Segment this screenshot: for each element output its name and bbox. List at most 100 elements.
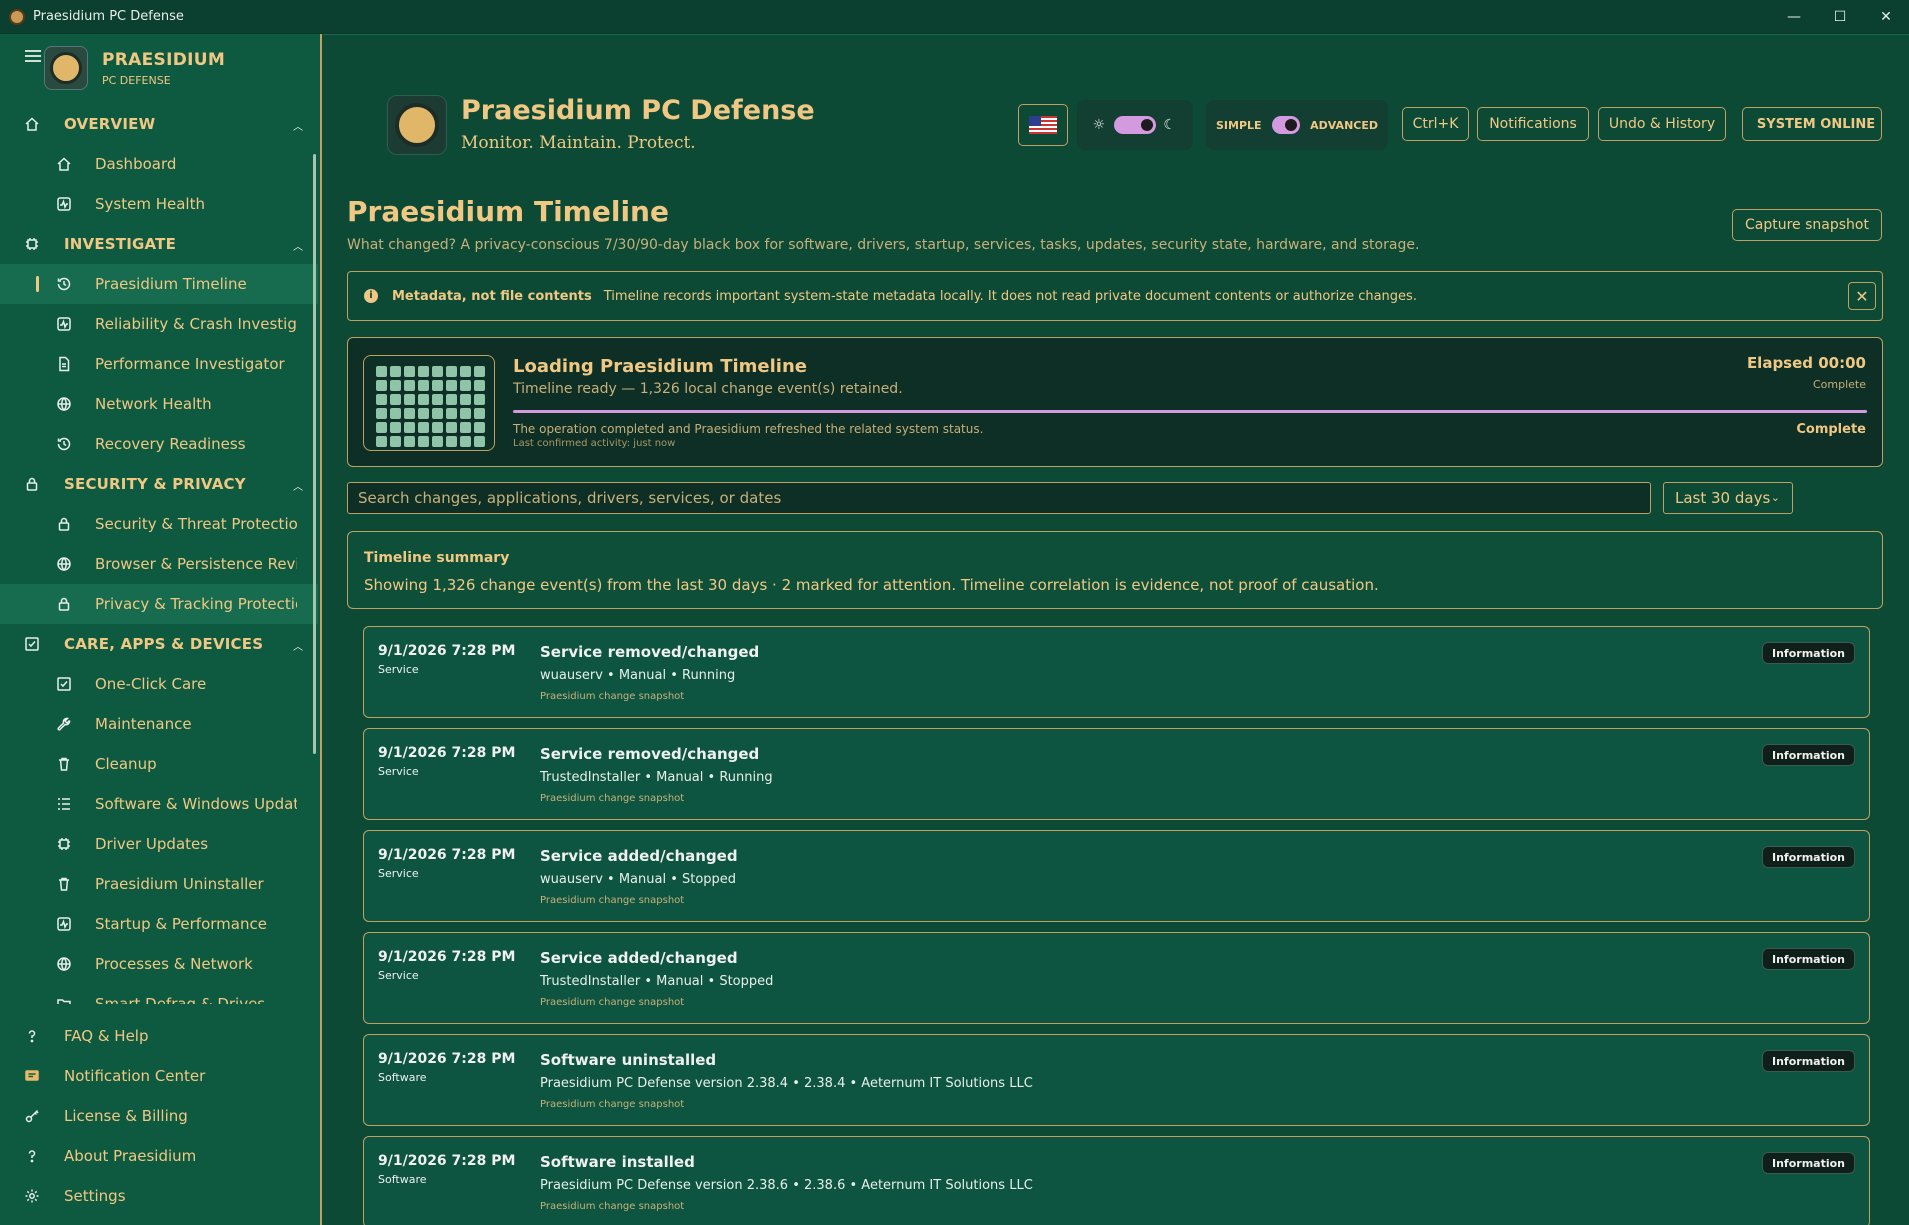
- sidebar-section-header[interactable]: CARE, APPS & DEVICES ︿: [0, 624, 318, 664]
- minimize-button[interactable]: —: [1771, 0, 1817, 34]
- date-range-select[interactable]: Last 30 days ⌄: [1663, 482, 1793, 514]
- sidebar-item[interactable]: Performance Investigator: [0, 344, 318, 384]
- sidebar-item[interactable]: Security & Threat Protection: [0, 504, 318, 544]
- trash-icon: [59, 757, 69, 771]
- chevron-up-icon[interactable]: ︿: [293, 238, 303, 253]
- sidebar-bottom-item[interactable]: About Praesidium: [0, 1136, 318, 1176]
- sidebar-item[interactable]: Recovery Readiness: [0, 424, 318, 464]
- sidebar-bottom-item[interactable]: FAQ & Help: [0, 1016, 318, 1056]
- sidebar-bottom-label: License & Billing: [64, 1107, 188, 1125]
- grid-cell: [474, 436, 485, 447]
- loading-state-small: Complete: [1812, 378, 1866, 391]
- window-title: Praesidium PC Defense: [33, 9, 184, 24]
- sidebar-section-header[interactable]: SECURITY & PRIVACY ︿: [0, 464, 318, 504]
- event-category: Service: [378, 969, 419, 982]
- event-source: Praesidium change snapshot: [540, 691, 685, 702]
- lock-icon: [26, 477, 38, 491]
- sidebar-item[interactable]: One-Click Care: [0, 664, 318, 704]
- sidebar-item[interactable]: Praesidium Timeline: [0, 264, 318, 304]
- date-range-value: Last 30 days: [1675, 489, 1771, 507]
- sidebar-item[interactable]: Privacy & Tracking Protection: [0, 584, 318, 624]
- event-detail: wuauserv • Manual • Stopped: [540, 872, 737, 887]
- sidebar-item[interactable]: Network Health: [0, 384, 318, 424]
- sidebar-bottom-item[interactable]: License & Billing: [0, 1096, 318, 1136]
- sidebar-bottom-item[interactable]: Settings: [0, 1176, 318, 1216]
- event-detail: Praesidium PC Defense version 2.38.4 • 2…: [540, 1076, 1033, 1091]
- timeline-event[interactable]: 9/1/2026 7:28 PM Service Service added/cha…: [363, 830, 1870, 922]
- timeline-grid-icon: [363, 355, 495, 451]
- document-icon: [59, 356, 70, 372]
- sidebar-item[interactable]: Driver Updates: [0, 824, 318, 864]
- item-icon-wrap: [24, 1108, 40, 1124]
- language-button[interactable]: [1018, 104, 1068, 146]
- undo-history-button[interactable]: Undo & History: [1598, 107, 1726, 141]
- brand: PRAESIDIUM PC DEFENSE: [0, 34, 320, 98]
- event-category: Software: [378, 1071, 427, 1084]
- system-status-badge[interactable]: SYSTEM ONLINE: [1742, 107, 1882, 141]
- sidebar-item[interactable]: Reliability & Crash Investigator: [0, 304, 318, 344]
- timeline-event[interactable]: 9/1/2026 7:28 PM Service Service removed/c…: [363, 728, 1870, 820]
- sidebar-bottom-item[interactable]: Notification Center: [0, 1056, 318, 1096]
- mode-toggle[interactable]: [1271, 116, 1301, 134]
- item-icon-wrap: [56, 836, 72, 852]
- grid-cell: [376, 408, 387, 419]
- sidebar-bottom-label: Settings: [64, 1187, 126, 1205]
- close-window-button[interactable]: ✕: [1863, 0, 1909, 34]
- event-source: Praesidium change snapshot: [540, 793, 685, 804]
- item-icon-wrap: [56, 676, 72, 692]
- search-input[interactable]: Search changes, applications, drivers, s…: [347, 482, 1651, 514]
- progress-bar: [513, 410, 1867, 413]
- theme-toggle[interactable]: [1113, 116, 1156, 134]
- sidebar-item-label: Performance Investigator: [95, 355, 285, 373]
- section-icon-wrap: [24, 476, 40, 492]
- command-palette-button[interactable]: Ctrl+K: [1402, 107, 1469, 141]
- sidebar-scrollbar[interactable]: [313, 154, 316, 754]
- loading-panel: Loading Praesidium Timeline Timeline rea…: [347, 337, 1883, 467]
- sidebar-item[interactable]: Dashboard: [0, 144, 318, 184]
- timeline-event[interactable]: 9/1/2026 7:28 PM Service Service removed/c…: [363, 626, 1870, 718]
- sidebar-section-header[interactable]: OVERVIEW ︿: [0, 104, 318, 144]
- grid-cell: [474, 408, 485, 419]
- maximize-button[interactable]: ☐: [1817, 0, 1863, 34]
- sidebar-item[interactable]: Startup & Performance: [0, 904, 318, 944]
- sidebar-item[interactable]: Smart Defrag & Drives: [0, 984, 318, 1004]
- timeline-event[interactable]: 9/1/2026 7:28 PM Software Software install…: [363, 1136, 1870, 1225]
- item-icon-wrap: [56, 196, 72, 212]
- chevron-up-icon[interactable]: ︿: [293, 638, 303, 653]
- sidebar-item[interactable]: Maintenance: [0, 704, 318, 744]
- event-category: Service: [378, 765, 419, 778]
- sidebar-item-label: Cleanup: [95, 755, 157, 773]
- gear-icon: [25, 1189, 39, 1203]
- question-icon: [28, 1030, 36, 1043]
- metadata-notice: i Metadata, not file contents Timeline r…: [347, 271, 1883, 321]
- notifications-button[interactable]: Notifications: [1477, 107, 1589, 141]
- chevron-up-icon[interactable]: ︿: [293, 118, 303, 133]
- chevron-up-icon[interactable]: ︿: [293, 478, 303, 493]
- grid-cell: [376, 422, 387, 433]
- capture-snapshot-button[interactable]: Capture snapshot: [1732, 209, 1882, 241]
- event-date: 9/1/2026 7:28 PM: [378, 1051, 516, 1067]
- item-icon-wrap: [56, 396, 72, 412]
- sidebar-item[interactable]: Cleanup: [0, 744, 318, 784]
- sidebar-item-label: Maintenance: [95, 715, 192, 733]
- loading-subtitle: Timeline ready — 1,326 local change even…: [513, 381, 903, 397]
- sidebar-item[interactable]: Software & Windows Updates: [0, 784, 318, 824]
- sidebar-item[interactable]: Processes & Network: [0, 944, 318, 984]
- sidebar-item[interactable]: Praesidium Uninstaller: [0, 864, 318, 904]
- sidebar-item[interactable]: Browser & Persistence Review: [0, 544, 318, 584]
- question-icon: [28, 1150, 36, 1163]
- app-icon: [9, 8, 25, 25]
- timeline-event[interactable]: 9/1/2026 7:28 PM Software Software uninsta…: [363, 1034, 1870, 1126]
- grid-cell: [390, 394, 401, 405]
- timeline-event[interactable]: 9/1/2026 7:28 PM Service Service added/cha…: [363, 932, 1870, 1024]
- grid-cell: [418, 422, 429, 433]
- grid-cell: [460, 380, 471, 391]
- sidebar-item[interactable]: System Health: [0, 184, 318, 224]
- elapsed-time: Elapsed 00:00: [1746, 354, 1866, 372]
- grid-cell: [390, 380, 401, 391]
- hamburger-menu-icon[interactable]: [25, 50, 41, 62]
- sidebar-section-header[interactable]: INVESTIGATE ︿: [0, 224, 318, 264]
- dismiss-notice-button[interactable]: ✕: [1848, 282, 1876, 310]
- sidebar-item-label: Smart Defrag & Drives: [95, 995, 266, 1004]
- item-icon-wrap: [24, 1068, 40, 1084]
